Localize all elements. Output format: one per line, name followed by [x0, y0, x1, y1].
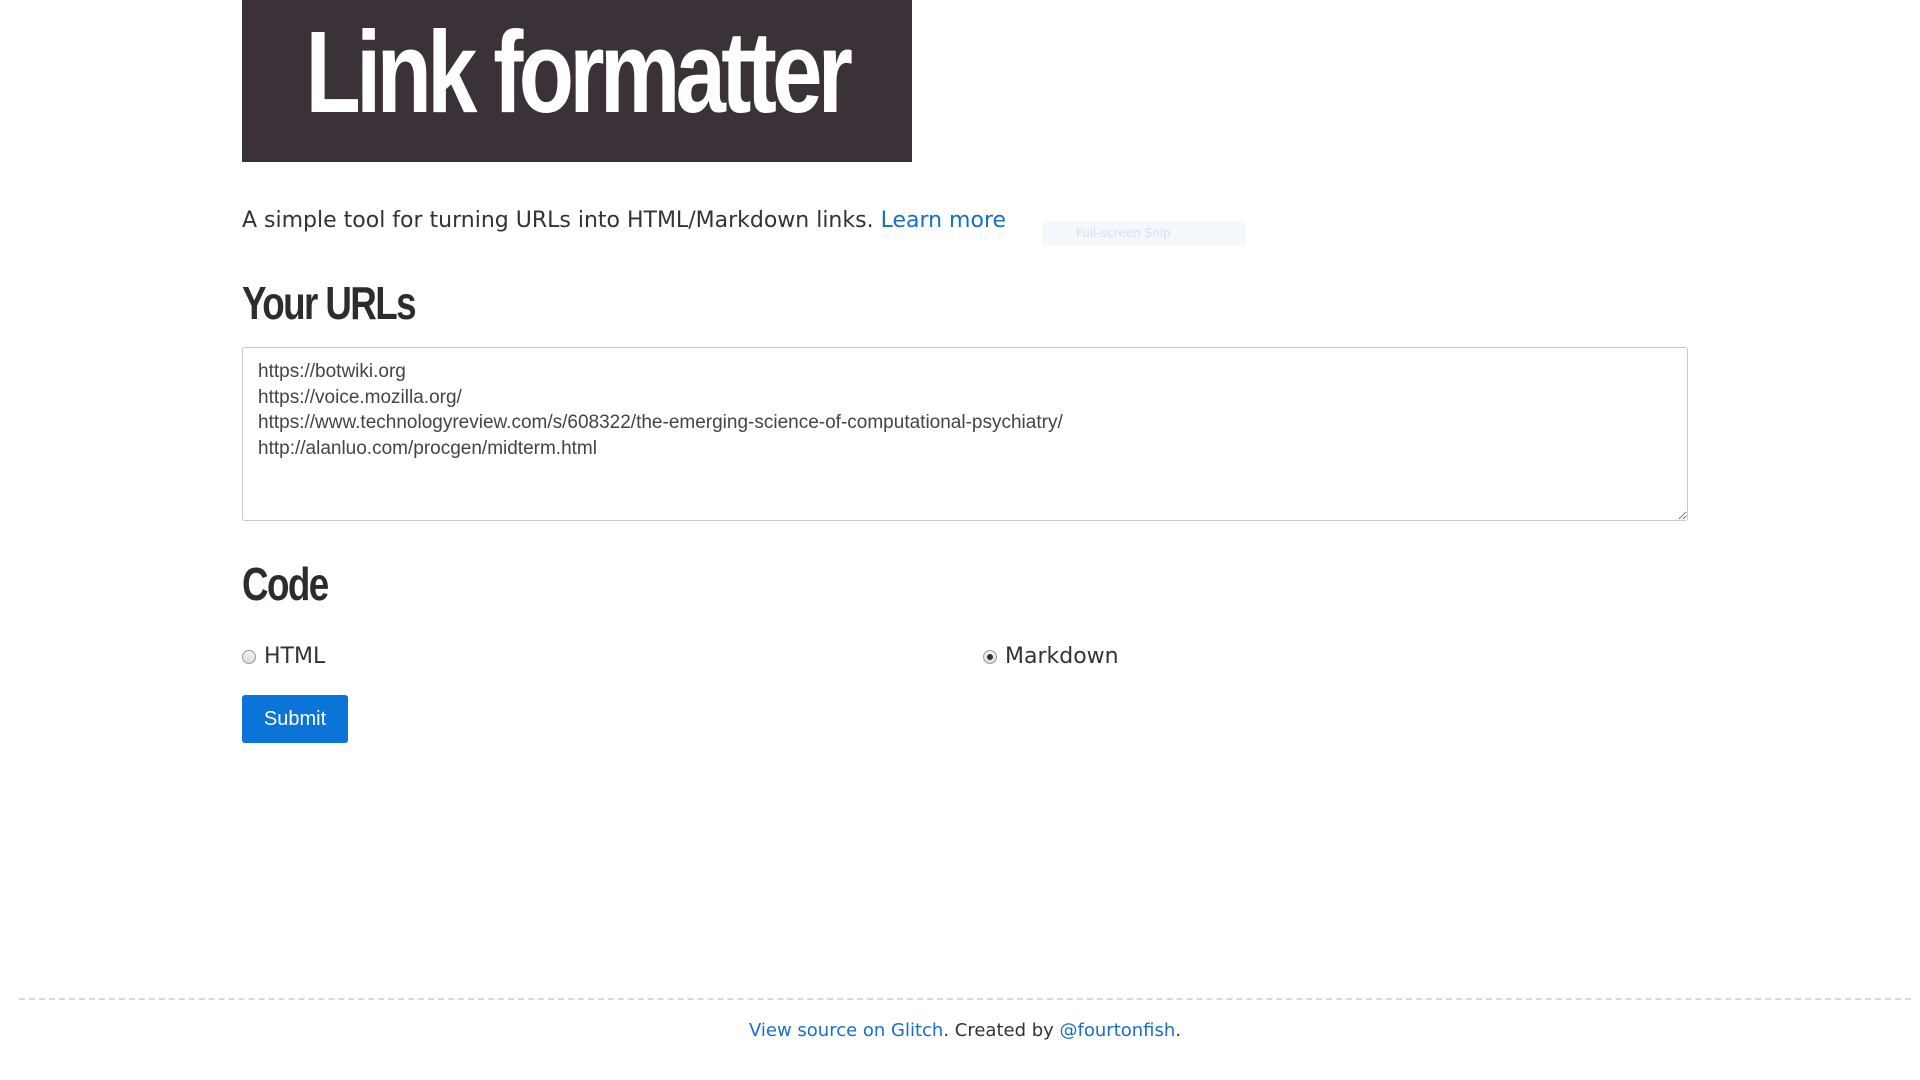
submit-button[interactable]: Submit: [242, 695, 348, 743]
intro-description: A simple tool for turning URLs into HTML…: [242, 208, 874, 233]
view-source-link[interactable]: View source on Glitch: [749, 1020, 943, 1041]
page: Link formatter A simple tool for turning…: [0, 0, 1920, 1080]
page-title: Link formatter: [305, 7, 853, 137]
markdown-radio-button[interactable]: [983, 649, 997, 664]
radio-option-html[interactable]: HTML: [242, 644, 325, 669]
footer: View source on Glitch. Created by @fourt…: [0, 1020, 1920, 1041]
urls-textarea[interactable]: [242, 347, 1688, 521]
radio-option-markdown[interactable]: Markdown: [983, 644, 1119, 669]
urls-section-title: Your URLs: [242, 277, 417, 329]
markdown-radio-label: Markdown: [1005, 644, 1119, 669]
footer-divider: [19, 998, 1911, 1000]
created-by-text: . Created by: [943, 1020, 1060, 1041]
intro-text: A simple tool for turning URLs into HTML…: [242, 208, 1006, 233]
html-radio-button[interactable]: [242, 649, 256, 664]
author-link[interactable]: @fourtonfish: [1060, 1020, 1176, 1041]
learn-more-link[interactable]: Learn more: [881, 208, 1006, 233]
html-radio-label: HTML: [264, 644, 326, 669]
code-section-title: Code: [242, 558, 329, 610]
full-screen-snip-overlay[interactable]: Full-screen Snip: [1042, 221, 1246, 245]
header-banner: Link formatter: [242, 0, 912, 162]
footer-period: .: [1175, 1020, 1182, 1041]
